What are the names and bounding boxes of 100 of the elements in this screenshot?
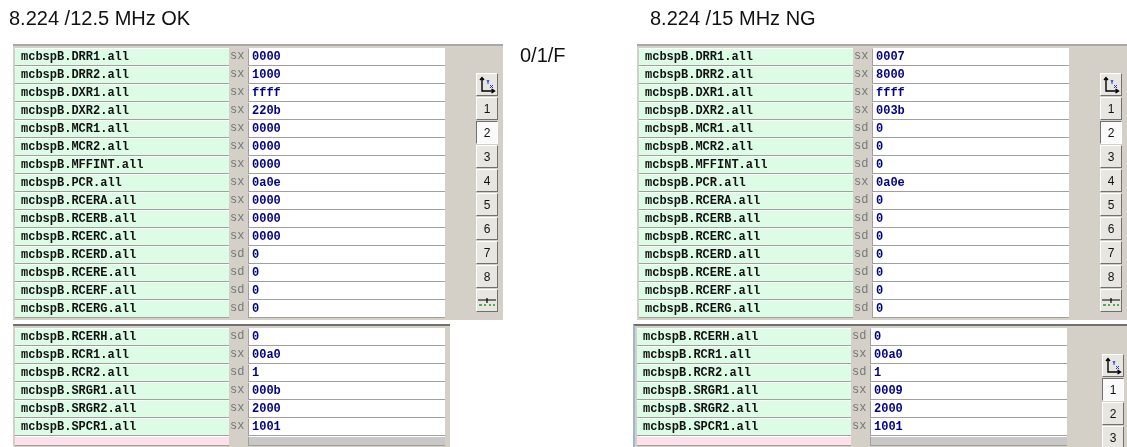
- variable-value[interactable]: 0: [872, 120, 1069, 138]
- page-tab[interactable]: 2: [1100, 121, 1122, 144]
- new-entry-row[interactable]: [637, 436, 851, 446]
- variable-value[interactable]: 0: [248, 246, 445, 264]
- page-tab[interactable]: 4: [476, 169, 498, 192]
- format-label: sd: [853, 264, 870, 281]
- variable-value[interactable]: 0: [872, 210, 1069, 228]
- format-label: sd: [853, 300, 870, 317]
- variable-value[interactable]: 00a0: [248, 346, 445, 364]
- format-label: sx: [229, 174, 246, 191]
- variable-value[interactable]: 1: [248, 364, 445, 382]
- variable-name: mcbspB.SPCR1.all: [15, 418, 229, 436]
- page-tab[interactable]: 8: [476, 265, 498, 288]
- page-tab[interactable]: 6: [476, 217, 498, 240]
- page-tab[interactable]: 6: [1100, 217, 1122, 240]
- variable-value[interactable]: 2000: [870, 400, 1067, 418]
- variable-value[interactable]: 0: [872, 138, 1069, 156]
- axes-icon[interactable]: [1102, 354, 1124, 377]
- variable-value[interactable]: 0: [872, 246, 1069, 264]
- empty-value-cell[interactable]: [248, 436, 445, 446]
- variable-name: mcbspB.DXR2.all: [639, 102, 853, 120]
- page-tab[interactable]: 5: [1100, 193, 1122, 216]
- variable-name: mcbspB.DXR1.all: [15, 84, 229, 102]
- format-label: sx: [851, 418, 868, 435]
- variable-value[interactable]: 00a0: [870, 346, 1067, 364]
- variable-value[interactable]: 2000: [248, 400, 445, 418]
- variable-value[interactable]: 0: [248, 300, 445, 318]
- variable-name: mcbspB.DRR2.all: [639, 66, 853, 84]
- variable-value[interactable]: 0000: [248, 48, 445, 66]
- variable-value[interactable]: 0: [870, 328, 1067, 346]
- variable-value[interactable]: 0: [248, 282, 445, 300]
- variable-value[interactable]: 0000: [248, 192, 445, 210]
- page-tab[interactable]: 8: [1100, 265, 1122, 288]
- axes-icon[interactable]: [476, 73, 498, 96]
- variable-value[interactable]: 0: [248, 264, 445, 282]
- page-tab[interactable]: 7: [1100, 241, 1122, 264]
- variable-name: mcbspB.RCERB.all: [639, 210, 853, 228]
- page-tab[interactable]: 7: [476, 241, 498, 264]
- variable-value[interactable]: 0: [872, 264, 1069, 282]
- page-tab[interactable]: 1: [1100, 97, 1122, 120]
- variable-value[interactable]: 0000: [248, 228, 445, 246]
- variable-name: mcbspB.RCR2.all: [637, 364, 851, 382]
- variable-value[interactable]: 0000: [248, 120, 445, 138]
- format-label: sd: [229, 328, 246, 345]
- new-entry-row[interactable]: [15, 436, 229, 446]
- page-tab[interactable]: 2: [1102, 402, 1124, 425]
- empty-value-cell[interactable]: [870, 436, 1067, 446]
- variable-name: mcbspB.DRR2.all: [15, 66, 229, 84]
- page-tab[interactable]: 2: [476, 121, 498, 144]
- page-tab[interactable]: 3: [1100, 145, 1122, 168]
- format-label: sd: [229, 364, 246, 381]
- variable-name: mcbspB.RCERD.all: [15, 246, 229, 264]
- variable-name: mcbspB.SRGR2.all: [637, 400, 851, 418]
- split-icon[interactable]: [1100, 289, 1122, 312]
- page-tab[interactable]: 1: [476, 97, 498, 120]
- variable-value[interactable]: 1: [870, 364, 1067, 382]
- variable-name: mcbspB.SRGR1.all: [637, 382, 851, 400]
- split-icon[interactable]: [476, 289, 498, 312]
- variable-value[interactable]: 0000: [248, 156, 445, 174]
- variable-value[interactable]: 8000: [872, 66, 1069, 84]
- variable-name: mcbspB.SRGR1.all: [15, 382, 229, 400]
- variable-value[interactable]: 0: [872, 228, 1069, 246]
- variable-value[interactable]: 0: [872, 282, 1069, 300]
- variable-value[interactable]: 0000: [248, 210, 445, 228]
- page-tab[interactable]: 1: [1102, 378, 1124, 401]
- variable-value[interactable]: 1001: [248, 418, 445, 436]
- variable-value[interactable]: 1001: [870, 418, 1067, 436]
- variable-value[interactable]: 0a0e: [248, 174, 445, 192]
- variable-value[interactable]: 0: [872, 300, 1069, 318]
- variable-name: mcbspB.DXR1.all: [639, 84, 853, 102]
- page-tab[interactable]: 3: [476, 145, 498, 168]
- page-tab[interactable]: 5: [476, 193, 498, 216]
- variable-name: mcbspB.RCERH.all: [637, 328, 851, 346]
- variable-value[interactable]: 0a0e: [872, 174, 1069, 192]
- format-label: sx: [229, 138, 246, 155]
- variable-name: mcbspB.RCERB.all: [15, 210, 229, 228]
- variable-name: mcbspB.MCR2.all: [15, 138, 229, 156]
- format-label: sx: [229, 382, 246, 399]
- variable-value[interactable]: 0: [872, 156, 1069, 174]
- page-tab[interactable]: 4: [1100, 169, 1122, 192]
- axes-icon[interactable]: [1100, 73, 1122, 96]
- variable-name: mcbspB.RCERF.all: [639, 282, 853, 300]
- variable-value[interactable]: ffff: [248, 84, 445, 102]
- variable-value[interactable]: 0: [248, 328, 445, 346]
- variable-name: mcbspB.RCERA.all: [639, 192, 853, 210]
- variable-value[interactable]: 0007: [872, 48, 1069, 66]
- variable-value[interactable]: 1000: [248, 66, 445, 84]
- page-tab[interactable]: 3: [1102, 426, 1124, 447]
- variable-value[interactable]: 0009: [870, 382, 1067, 400]
- variable-value[interactable]: 0: [872, 192, 1069, 210]
- variable-value[interactable]: 220b: [248, 102, 445, 120]
- format-label: sx: [229, 400, 246, 417]
- variable-value[interactable]: ffff: [872, 84, 1069, 102]
- variable-value[interactable]: 0000: [248, 138, 445, 156]
- variable-value[interactable]: 000b: [248, 382, 445, 400]
- variable-name: mcbspB.MCR1.all: [15, 120, 229, 138]
- variable-value[interactable]: 003b: [872, 102, 1069, 120]
- format-label: sx: [851, 382, 868, 399]
- variable-name: mcbspB.RCR1.all: [15, 346, 229, 364]
- format-label: sd: [229, 282, 246, 299]
